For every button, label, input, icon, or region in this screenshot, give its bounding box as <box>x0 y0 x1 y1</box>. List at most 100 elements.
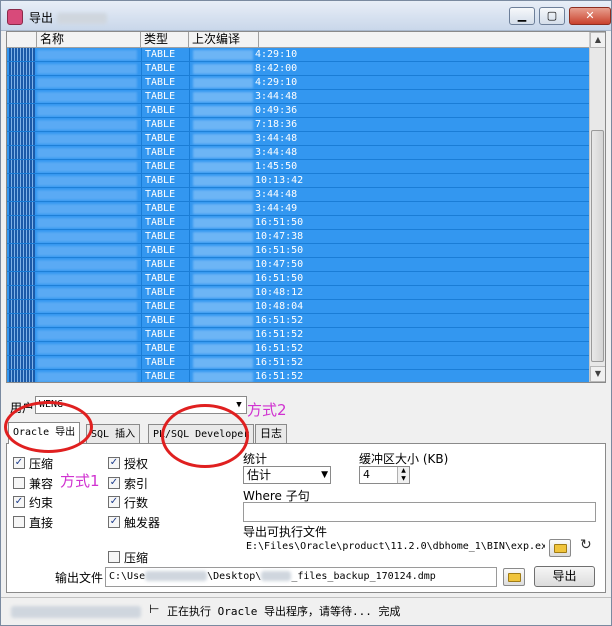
checkbox-direct-box[interactable] <box>13 516 25 528</box>
annotation-method2: 方式2 <box>247 401 287 419</box>
table-row[interactable]: TABLE 16:51:52 <box>7 370 590 382</box>
header-type[interactable]: 类型 <box>141 32 189 48</box>
object-grid[interactable]: 名称 类型 上次编译 TABLE 4:29:10 TABLE 8:42:00 TABLE… <box>6 31 606 383</box>
row-type: TABLE <box>145 175 176 186</box>
output-file-input[interactable]: C:\Use \Desktop\ _files_backup_170124.dmp <box>105 567 497 587</box>
header-name[interactable]: 名称 <box>37 32 141 48</box>
tab-sql-insert[interactable]: SQL 插入 <box>86 424 141 443</box>
checkbox-compatible-box[interactable] <box>13 477 25 489</box>
spin-down-icon[interactable]: ▼ <box>398 475 409 483</box>
spin-up-icon[interactable]: ▲ <box>398 467 409 475</box>
header-last-compiled[interactable]: 上次编译 <box>189 32 259 48</box>
browse-executable-button[interactable] <box>549 539 571 557</box>
redacted-object-name <box>37 372 137 382</box>
statistics-select[interactable]: 估计 ▼ <box>243 466 331 484</box>
browse-output-button[interactable] <box>503 568 525 586</box>
table-row[interactable]: TABLE 16:51:52 <box>7 342 590 356</box>
where-clause-input[interactable] <box>243 502 596 522</box>
table-row[interactable]: TABLE 1:45:50 <box>7 160 590 174</box>
redacted-object-name <box>37 134 137 144</box>
column-separator <box>141 216 142 230</box>
checkbox-rows-label: 行数 <box>124 496 149 510</box>
refresh-icon[interactable]: ↻ <box>580 537 592 553</box>
close-button[interactable]: ✕ <box>569 7 611 25</box>
row-type: TABLE <box>145 63 176 74</box>
table-row[interactable]: TABLE 0:49:36 <box>7 104 590 118</box>
redacted-date <box>193 50 253 60</box>
table-row[interactable]: TABLE 16:51:50 <box>7 244 590 258</box>
column-separator <box>189 300 190 314</box>
header-indicator <box>7 32 37 48</box>
user-label: 用户 <box>10 401 35 415</box>
scrollbar-thumb[interactable] <box>591 130 604 362</box>
export-window: 导出 ▁ ▢ ✕ 名称 类型 上次编译 TABLE 4:29:10 TABLE 8:4… <box>0 0 612 626</box>
buffer-size-input[interactable]: 4 ▲ ▼ <box>359 466 410 484</box>
tab-oracle-export[interactable]: Oracle 导出 <box>8 422 81 444</box>
checkbox-rows-box[interactable]: ✓ <box>108 496 120 508</box>
table-row[interactable]: TABLE 16:51:52 <box>7 314 590 328</box>
row-indicator-icon <box>9 118 35 131</box>
checkbox-compress-label: 压缩 <box>29 457 54 471</box>
table-row[interactable]: TABLE 7:18:36 <box>7 118 590 132</box>
row-type: TABLE <box>145 259 176 270</box>
scroll-up-arrow-icon[interactable]: ▲ <box>590 32 605 48</box>
title-bar[interactable]: 导出 ▁ ▢ ✕ <box>1 1 611 31</box>
checkbox-compress-output-box[interactable] <box>108 551 120 563</box>
checkbox-grants-box[interactable]: ✓ <box>108 457 120 469</box>
checkbox-compress-box[interactable]: ✓ <box>13 457 25 469</box>
table-row[interactable]: TABLE 16:51:52 <box>7 356 590 370</box>
table-row[interactable]: TABLE 10:48:12 <box>7 286 590 300</box>
spin-buttons[interactable]: ▲ ▼ <box>397 467 409 483</box>
redacted-filename <box>261 571 292 581</box>
tab-plsql-developer[interactable]: PL/SQL Developer <box>148 424 255 443</box>
checkbox-constraints-box[interactable]: ✓ <box>13 496 25 508</box>
row-type: TABLE <box>145 161 176 172</box>
row-type: TABLE <box>145 301 176 312</box>
table-row[interactable]: TABLE 3:44:48 <box>7 146 590 160</box>
redacted-date <box>193 120 253 130</box>
chevron-down-icon[interactable]: ▼ <box>321 467 328 483</box>
table-row[interactable]: TABLE 3:44:49 <box>7 202 590 216</box>
table-row[interactable]: TABLE 10:47:38 <box>7 230 590 244</box>
maximize-button[interactable]: ▢ <box>539 7 565 25</box>
row-time: 3:44:49 <box>255 203 298 214</box>
window-title-text: 导出 <box>29 11 54 25</box>
redacted-date <box>193 316 253 326</box>
table-row[interactable]: TABLE 3:44:48 <box>7 90 590 104</box>
export-button[interactable]: 导出 <box>534 566 595 587</box>
column-separator <box>189 258 190 272</box>
table-row[interactable]: TABLE 10:47:50 <box>7 258 590 272</box>
row-time: 16:51:52 <box>255 315 304 326</box>
row-indicator-icon <box>9 370 35 382</box>
table-row[interactable]: TABLE 10:48:04 <box>7 300 590 314</box>
table-row[interactable]: TABLE 4:29:10 <box>7 76 590 90</box>
minimize-button[interactable]: ▁ <box>509 7 535 25</box>
table-row[interactable]: TABLE 3:44:48 <box>7 132 590 146</box>
tab-log[interactable]: 日志 <box>255 424 287 443</box>
table-row[interactable]: TABLE 8:42:00 <box>7 62 590 76</box>
checkbox-triggers-box[interactable]: ✓ <box>108 516 120 528</box>
row-type: TABLE <box>145 119 176 130</box>
chevron-down-icon[interactable]: ▼ <box>232 397 246 413</box>
table-row[interactable]: TABLE 16:51:50 <box>7 272 590 286</box>
table-row[interactable]: TABLE 10:13:42 <box>7 174 590 188</box>
redacted-date <box>193 204 253 214</box>
pin-icon: ⊢ <box>149 602 160 616</box>
table-row[interactable]: TABLE 16:51:50 <box>7 216 590 230</box>
row-type: TABLE <box>145 357 176 368</box>
redacted-object-name <box>37 316 137 326</box>
executable-path-input[interactable]: E:\Files\Oracle\product\11.2.0\dbhome_1\… <box>243 538 545 558</box>
checkbox-indexes-box[interactable]: ✓ <box>108 477 120 489</box>
folder-icon <box>508 573 521 582</box>
redacted-object-name <box>37 78 137 88</box>
table-row[interactable]: TABLE 3:44:48 <box>7 188 590 202</box>
row-indicator-icon <box>9 328 35 341</box>
vertical-scrollbar[interactable]: ▲ ▼ <box>589 32 605 382</box>
row-indicator-icon <box>9 356 35 369</box>
table-row[interactable]: TABLE 16:51:52 <box>7 328 590 342</box>
scroll-down-arrow-icon[interactable]: ▼ <box>590 366 605 382</box>
table-row[interactable]: TABLE 4:29:10 <box>7 48 590 62</box>
user-select[interactable]: WENG ▼ <box>35 396 247 414</box>
redacted-username <box>145 571 208 581</box>
row-time: 3:44:48 <box>255 189 298 200</box>
